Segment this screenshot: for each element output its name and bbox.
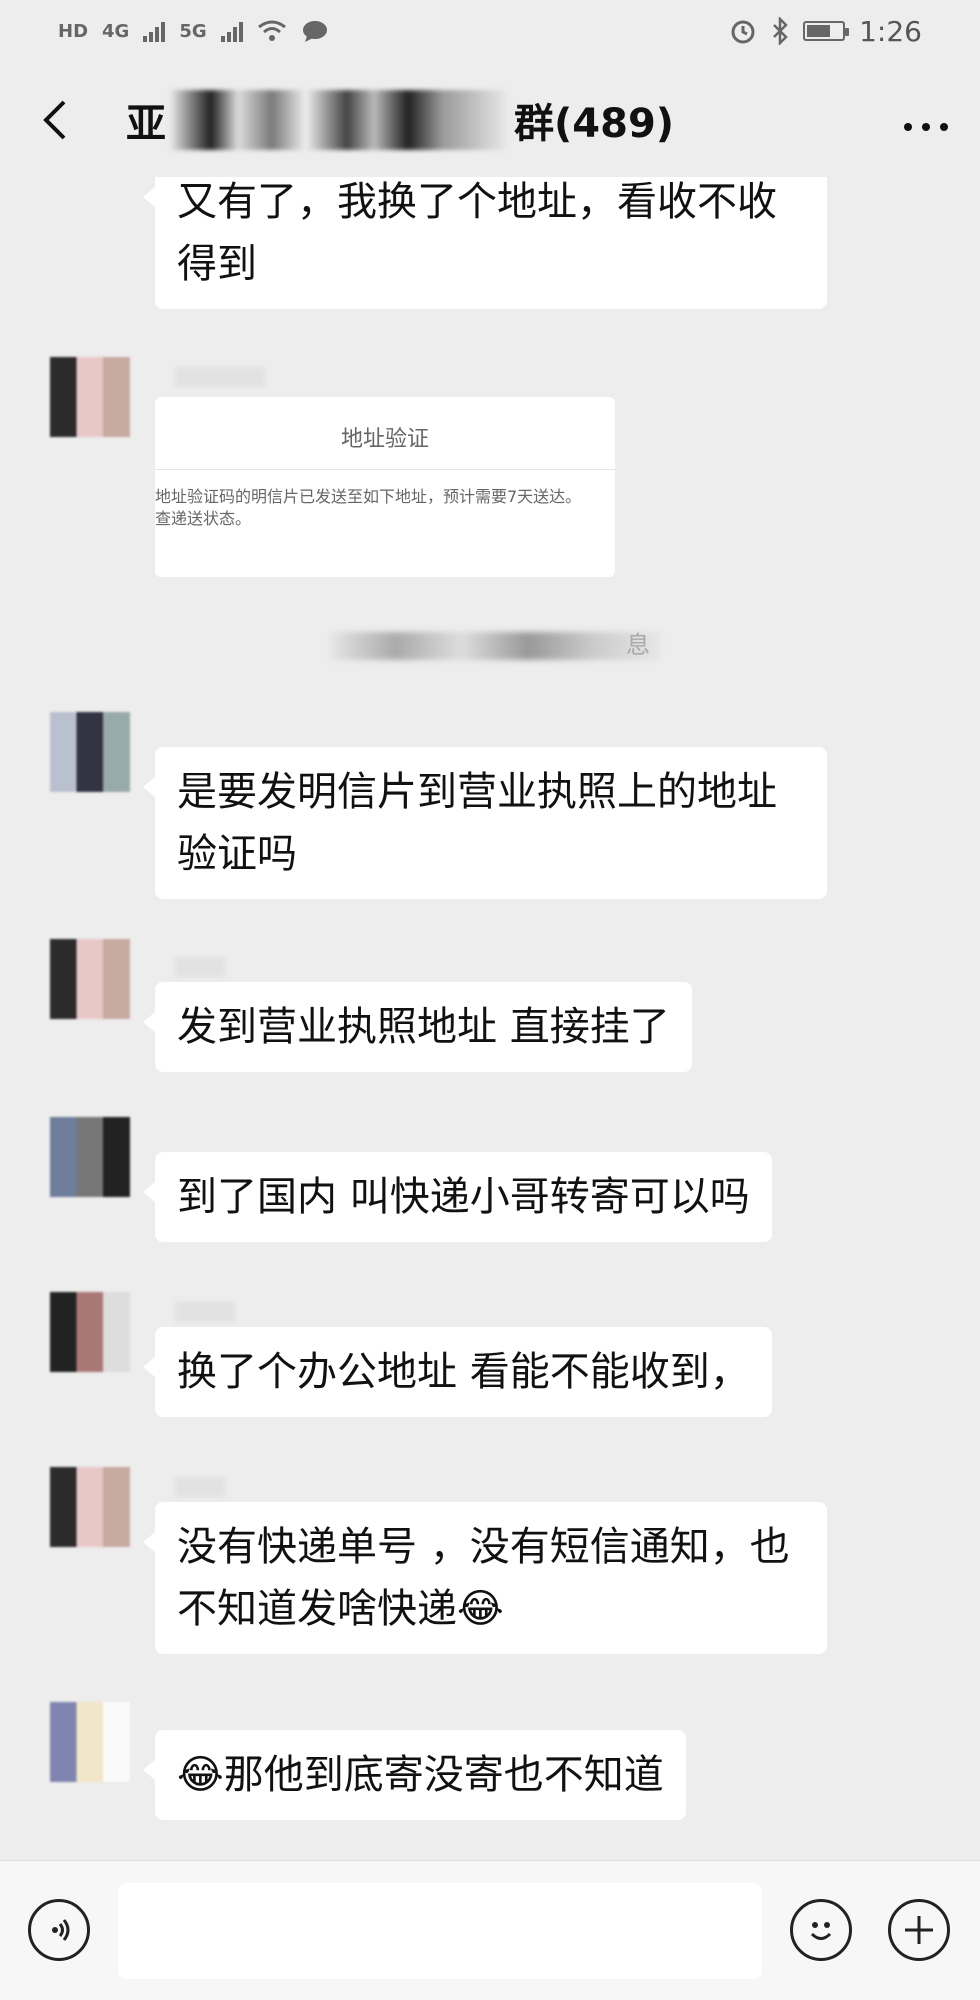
signal-icon-2 bbox=[220, 20, 243, 42]
ellipsis-icon bbox=[904, 122, 948, 131]
message-text: 😂那他到底寄没寄也不知道 bbox=[177, 1752, 664, 1798]
message-text: 到了国内 叫快递小哥转寄可以吗 bbox=[177, 1174, 750, 1220]
message-text: 又有了，我换了个地址，看收不收得到 bbox=[177, 179, 777, 287]
plus-icon bbox=[905, 1916, 933, 1944]
voice-button[interactable] bbox=[28, 1899, 90, 1961]
avatar[interactable] bbox=[50, 712, 130, 792]
message-text: 换了个办公地址 看能不能收到， bbox=[177, 1349, 750, 1395]
message-text: 没有快递单号 ，没有短信通知，也不知道发啥快递😂 bbox=[177, 1524, 790, 1632]
message-bubble-icon bbox=[302, 21, 327, 42]
wifi-icon bbox=[257, 20, 286, 41]
status-right: 1:26 bbox=[729, 15, 922, 48]
chat-title: 亚 群(489) bbox=[126, 89, 675, 150]
message-bubble[interactable]: 发到营业执照地址 直接挂了 bbox=[143, 982, 692, 1072]
bluetooth-icon bbox=[773, 17, 788, 45]
sender-name-blur bbox=[175, 367, 265, 387]
clock: 1:26 bbox=[859, 14, 922, 48]
avatar[interactable] bbox=[50, 1292, 130, 1372]
sender-name-blur bbox=[175, 957, 225, 977]
signal-icon bbox=[143, 20, 166, 42]
verification-card[interactable]: 地址验证 地址验证码的明信片已发送至如下地址，预计需要7天送达。 查递送状态。 bbox=[155, 397, 615, 577]
status-left: HD 4G 5G bbox=[58, 19, 329, 43]
message-bubble[interactable]: 没有快递单号 ，没有短信通知，也不知道发啥快递😂 bbox=[143, 1502, 827, 1654]
card-title: 地址验证 bbox=[155, 397, 615, 470]
chat-title-suffix: 群(489) bbox=[514, 100, 675, 147]
chat-message-list[interactable]: 又有了，我换了个地址，看收不收得到 地址验证 地址验证码的明信片已发送至如下地址… bbox=[0, 177, 980, 1860]
sender-name-blur bbox=[175, 1302, 235, 1322]
avatar[interactable] bbox=[50, 357, 130, 437]
message-bubble[interactable]: 换了个办公地址 看能不能收到， bbox=[143, 1327, 772, 1417]
message-bubble[interactable]: 又有了，我换了个地址，看收不收得到 bbox=[143, 177, 827, 309]
avatar[interactable] bbox=[50, 1117, 130, 1197]
network-4g-label: 4G bbox=[102, 20, 130, 42]
redacted-title-blur bbox=[170, 89, 510, 150]
avatar[interactable] bbox=[50, 1467, 130, 1547]
message-bubble[interactable]: 😂那他到底寄没寄也不知道 bbox=[143, 1730, 686, 1820]
card-body-line-1: 地址验证码的明信片已发送至如下地址，预计需要7天送达。 bbox=[155, 487, 582, 506]
more-options-button[interactable] bbox=[902, 97, 950, 143]
input-bar bbox=[0, 1860, 980, 2000]
card-body-line-2: 查递送状态。 bbox=[155, 509, 252, 528]
system-message-blur bbox=[330, 632, 660, 660]
message-bubble[interactable]: 是要发明信片到营业执照上的地址验证吗 bbox=[143, 747, 827, 899]
chat-header: 亚 群(489) bbox=[0, 62, 980, 177]
voice-icon bbox=[52, 1919, 70, 1941]
status-bar: HD 4G 5G 1:26 bbox=[0, 0, 980, 62]
network-5g-label: 5G bbox=[179, 20, 207, 42]
message-text: 是要发明信片到营业执照上的地址验证吗 bbox=[177, 769, 777, 877]
avatar[interactable] bbox=[50, 939, 130, 1019]
chat-title-prefix: 亚 bbox=[126, 100, 166, 147]
message-text: 发到营业执照地址 直接挂了 bbox=[177, 1004, 670, 1050]
hd-indicator: HD bbox=[58, 20, 89, 42]
emoji-icon bbox=[810, 1922, 832, 1940]
message-bubble[interactable]: 到了国内 叫快递小哥转寄可以吗 bbox=[143, 1152, 772, 1242]
alarm-icon bbox=[731, 20, 755, 44]
sender-name-blur bbox=[175, 1477, 225, 1497]
card-body: 地址验证码的明信片已发送至如下地址，预计需要7天送达。 查递送状态。 bbox=[155, 470, 615, 530]
message-input[interactable] bbox=[118, 1883, 762, 1979]
chevron-left-icon bbox=[43, 100, 66, 139]
battery-icon bbox=[803, 21, 850, 41]
emoji-button[interactable] bbox=[790, 1899, 852, 1961]
system-message-suffix: 息 bbox=[626, 631, 650, 659]
plus-button[interactable] bbox=[888, 1899, 950, 1961]
back-button[interactable] bbox=[30, 90, 80, 150]
avatar[interactable] bbox=[50, 1702, 130, 1782]
